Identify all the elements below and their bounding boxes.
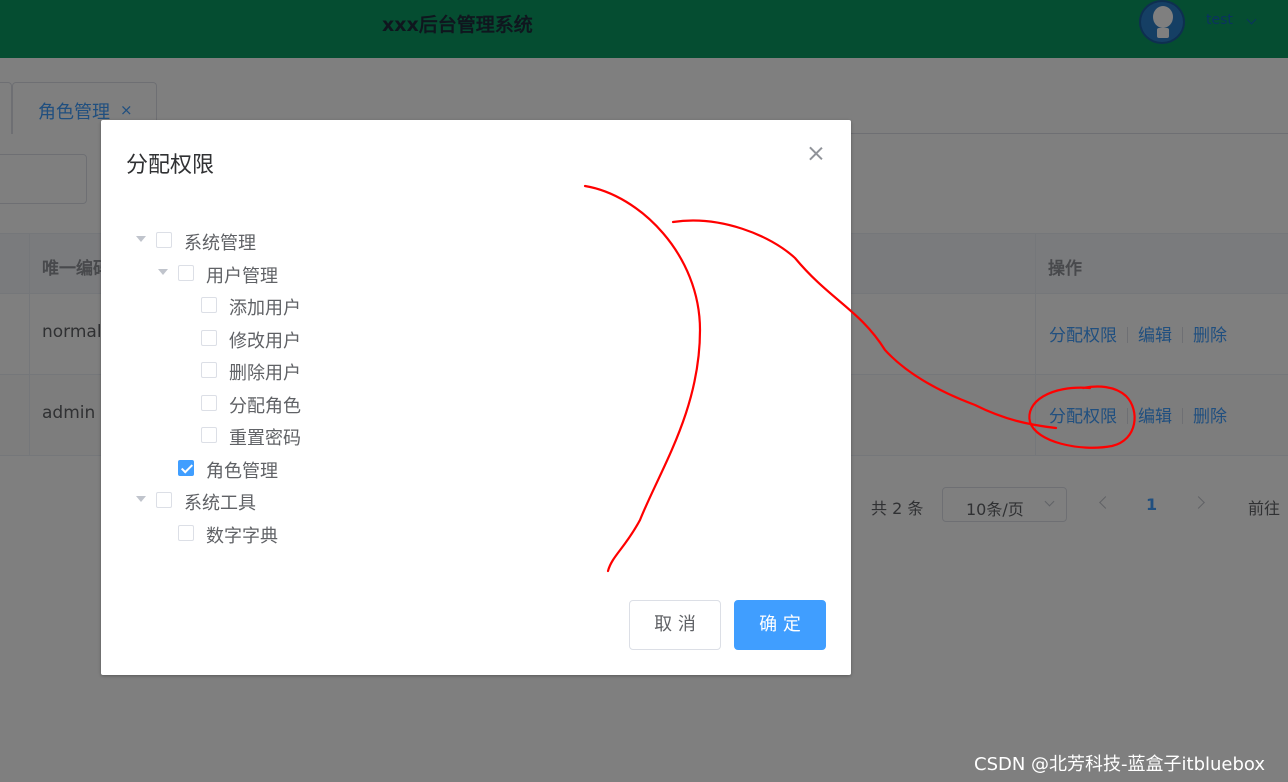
tree-checkbox[interactable]: [201, 362, 217, 378]
tree-node-label: 数字字典: [206, 526, 278, 547]
tree-node-label: 用户管理: [206, 266, 278, 287]
tree-node-label: 修改用户: [229, 331, 301, 352]
tree-checkbox[interactable]: [178, 265, 194, 281]
dialog-title: 分配权限: [126, 153, 215, 178]
tree-node-label: 角色管理: [206, 461, 278, 482]
tree-checkbox[interactable]: [201, 297, 217, 313]
assign-permission-dialog: 分配权限 系统管理 用户管理 添加用户 修改用户 删除用户 分配角色 重置密码 …: [101, 120, 851, 675]
tree-checkbox[interactable]: [201, 427, 217, 443]
tree-expand-icon[interactable]: [158, 269, 168, 275]
tree-checkbox[interactable]: [201, 395, 217, 411]
close-icon[interactable]: [807, 144, 825, 162]
tree-node-label: 分配角色: [229, 396, 301, 417]
tree-expand-icon[interactable]: [136, 496, 146, 502]
tree-checkbox[interactable]: [156, 232, 172, 248]
confirm-button[interactable]: 确 定: [734, 600, 826, 650]
tree-node-label: 系统工具: [184, 493, 256, 514]
tree-checkbox-checked[interactable]: [178, 460, 194, 476]
tree-node-label: 删除用户: [229, 363, 301, 384]
watermark: CSDN @北芳科技-蓝盒子itbluebox: [974, 754, 1266, 775]
tree-node-label: 添加用户: [229, 298, 301, 319]
tree-expand-icon[interactable]: [136, 236, 146, 242]
cancel-button[interactable]: 取 消: [629, 600, 721, 650]
tree-node-label: 系统管理: [184, 233, 256, 254]
tree-node-label: 重置密码: [229, 428, 301, 449]
tree-checkbox[interactable]: [201, 330, 217, 346]
tree-checkbox[interactable]: [178, 525, 194, 541]
tree-checkbox[interactable]: [156, 492, 172, 508]
